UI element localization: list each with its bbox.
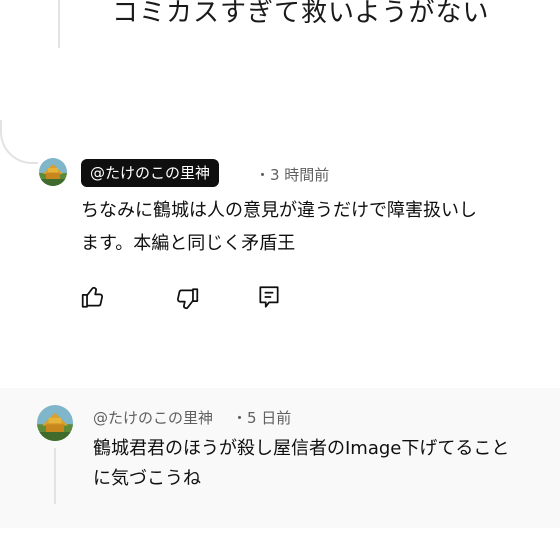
thumbs-up-icon[interactable] xyxy=(80,284,106,310)
comment-body-line-2: ます。本編と同じく矛盾王 xyxy=(81,233,296,254)
comment-timestamp: ・5 日前 xyxy=(232,409,292,427)
comment-body-line-1: 鶴城君君のほうが殺し屋信者のImage下げてること xyxy=(93,438,510,459)
comment-body-line-2: に気づこうね xyxy=(93,468,201,489)
reply-comment-icon[interactable] xyxy=(256,284,282,310)
avatar[interactable] xyxy=(37,405,73,441)
thread-line-bottom xyxy=(54,448,56,504)
comment-author-handle[interactable]: @たけのこの里神 xyxy=(81,159,220,187)
previous-comment-text-partial: コミカスすぎて救いようがない xyxy=(112,0,490,28)
avatar-image-icon xyxy=(37,405,73,441)
thread-line-top xyxy=(58,0,60,48)
comment-timestamp: ・3 時間前 xyxy=(255,166,330,184)
thread-connector-curve xyxy=(0,120,38,164)
comment-body-line-1: ちなみに鶴城は人の意見が違うだけで障害扱いし xyxy=(81,200,477,221)
avatar-image-icon xyxy=(39,158,67,186)
avatar[interactable] xyxy=(39,158,67,186)
thumbs-down-icon[interactable] xyxy=(174,286,200,312)
comment-author-handle[interactable]: @たけのこの里神 xyxy=(93,407,213,428)
